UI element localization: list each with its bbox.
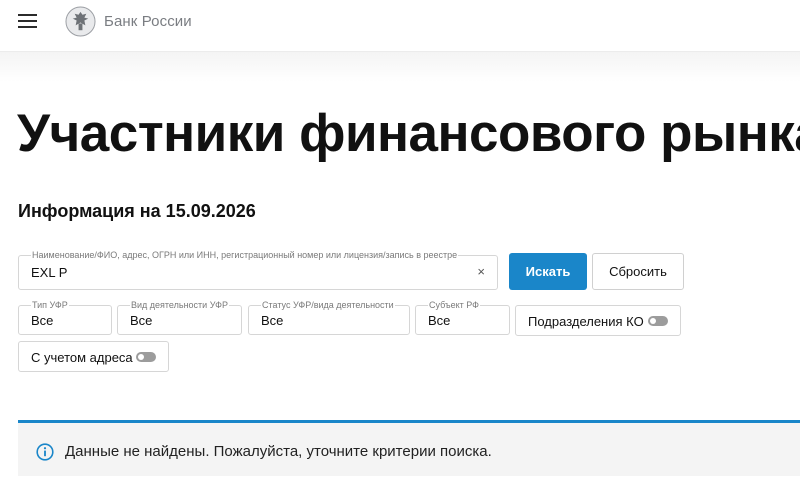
filter-status-label: Статус УФР/вида деятельности: [261, 300, 395, 311]
filter-region-value: Все: [428, 313, 451, 328]
filter-ufr-type-value: Все: [31, 313, 54, 328]
filter-activity-value: Все: [130, 313, 153, 328]
no-results-alert: Данные не найдены. Пожалуйста, уточните …: [18, 420, 800, 476]
bank-of-russia-emblem-icon: [65, 6, 96, 37]
filter-region-select[interactable]: Субъект РФ Все: [415, 300, 510, 335]
brand-logo-link[interactable]: Банк России: [65, 6, 192, 37]
hero-band: [0, 52, 800, 82]
with-address-toggle[interactable]: С учетом адреса: [18, 341, 169, 372]
info-date-heading: Информация на 15.09.2026: [18, 201, 256, 221]
filter-status-select[interactable]: Статус УФР/вида деятельности Все: [248, 300, 410, 335]
top-header: Банк России: [0, 0, 800, 52]
with-address-switch[interactable]: [136, 352, 156, 362]
reset-button[interactable]: Сбросить: [592, 253, 684, 290]
ko-divisions-label: Подразделения КО: [528, 314, 644, 329]
alert-message: Данные не найдены. Пожалуйста, уточните …: [65, 443, 492, 460]
clear-search-icon[interactable]: ×: [477, 264, 485, 279]
search-input[interactable]: Наименование/ФИО, адрес, ОГРН или ИНН, р…: [18, 250, 498, 290]
hamburger-menu-icon[interactable]: [18, 14, 38, 30]
filter-activity-select[interactable]: Вид деятельности УФР Все: [117, 300, 242, 335]
search-input-value[interactable]: EXL P: [31, 265, 67, 280]
with-address-label: С учетом адреса: [31, 350, 133, 365]
info-icon: [36, 443, 54, 461]
ko-divisions-switch[interactable]: [648, 316, 668, 326]
filter-activity-label: Вид деятельности УФР: [130, 300, 229, 311]
search-input-label: Наименование/ФИО, адрес, ОГРН или ИНН, р…: [31, 250, 459, 261]
filter-status-value: Все: [261, 313, 284, 328]
brand-name: Банк России: [104, 13, 192, 30]
filter-ufr-type-label: Тип УФР: [31, 300, 69, 311]
filter-region-label: Субъект РФ: [428, 300, 480, 311]
page-title: Участники финансового рынка: [17, 104, 800, 163]
search-button[interactable]: Искать: [509, 253, 587, 290]
ko-divisions-toggle[interactable]: Подразделения КО: [515, 305, 681, 336]
filter-ufr-type-select[interactable]: Тип УФР Все: [18, 300, 112, 335]
